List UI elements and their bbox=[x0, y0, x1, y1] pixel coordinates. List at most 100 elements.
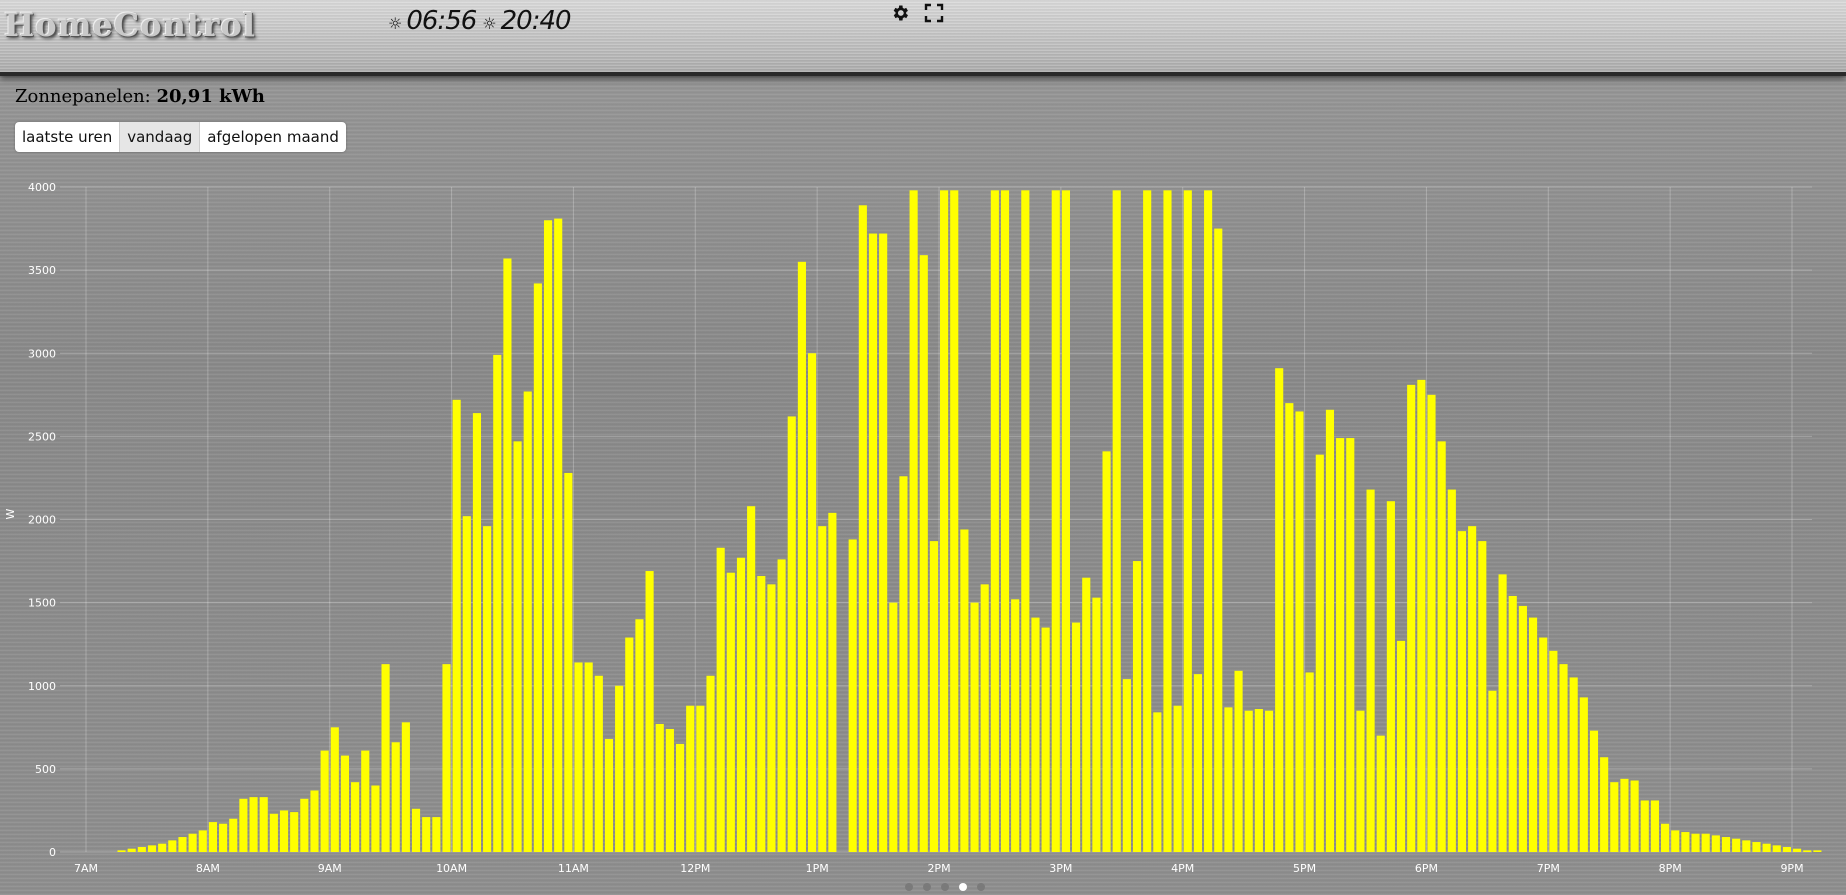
pager-dot[interactable] bbox=[959, 883, 967, 891]
chart-bar bbox=[1366, 489, 1375, 852]
tab-afgelopen-maand[interactable]: afgelopen maand bbox=[200, 122, 346, 152]
chart-bar bbox=[1396, 640, 1406, 852]
chart-bar bbox=[1285, 403, 1294, 852]
chart-bar bbox=[513, 441, 522, 852]
chart-bar bbox=[716, 547, 725, 852]
y-tick-label: 3000 bbox=[28, 347, 56, 360]
chart-bar bbox=[1640, 800, 1649, 852]
chart-bar bbox=[1772, 845, 1781, 852]
chart-bar bbox=[686, 705, 695, 852]
chart-bar bbox=[330, 727, 339, 852]
chart-bar bbox=[1518, 605, 1527, 852]
chart-bar bbox=[950, 190, 959, 852]
chart-bar bbox=[1376, 735, 1385, 852]
chart-bar bbox=[1041, 627, 1050, 852]
chart-bar bbox=[188, 833, 197, 852]
chart-bar bbox=[1143, 190, 1152, 852]
chart-bar bbox=[1782, 847, 1791, 852]
chart-bar bbox=[1224, 707, 1233, 852]
chart-bar bbox=[300, 798, 309, 852]
chart-bar bbox=[1122, 679, 1131, 852]
chart-bar bbox=[483, 526, 492, 852]
solar-power-chart: 0 500 1000 1500 2000 2500 3000 3500 4000 7AM 8AM 9A… bbox=[4, 181, 1822, 875]
chart-bar bbox=[1082, 577, 1091, 852]
chart-bar bbox=[808, 353, 817, 852]
chart-bar bbox=[1610, 782, 1619, 852]
chart-bar bbox=[1336, 438, 1345, 852]
chart-bar bbox=[706, 675, 715, 852]
chart-bar bbox=[1305, 672, 1314, 852]
chart-bar bbox=[1214, 228, 1223, 852]
chart-bar bbox=[1539, 637, 1548, 852]
top-bar: HomeControl ☼ 06:56 ☼ 20:40 bbox=[0, 0, 1846, 76]
chart-bar bbox=[1569, 677, 1578, 852]
chart-bar bbox=[1092, 597, 1101, 852]
chart-bar bbox=[1691, 833, 1700, 852]
chart-bar bbox=[1559, 664, 1568, 852]
chart-bar bbox=[1620, 778, 1629, 852]
chart-bar bbox=[1315, 454, 1324, 852]
chart-bar bbox=[401, 722, 410, 852]
sunset-time: 20:40 bbox=[500, 6, 572, 36]
chart-bar bbox=[615, 685, 624, 852]
x-tick-label: 4PM bbox=[1171, 862, 1194, 875]
chart-bar bbox=[503, 258, 512, 852]
chart-bar bbox=[625, 637, 634, 852]
tab-laatste-uren[interactable]: laatste uren bbox=[15, 122, 121, 152]
chart-bar bbox=[1183, 190, 1192, 852]
chart-bar bbox=[767, 584, 776, 852]
chart-bar bbox=[391, 742, 400, 852]
pager-dot[interactable] bbox=[941, 883, 949, 891]
chart-bar bbox=[269, 813, 278, 852]
chart-bar bbox=[1051, 190, 1060, 852]
pager-dot[interactable] bbox=[905, 883, 913, 891]
chart-bar bbox=[371, 785, 380, 852]
chart-bar bbox=[249, 797, 258, 852]
chart-bar bbox=[757, 576, 766, 852]
chart-bar bbox=[980, 584, 989, 852]
chart-bar bbox=[1671, 830, 1680, 852]
chart-bar bbox=[239, 798, 248, 852]
chart-bar bbox=[889, 602, 898, 852]
chart-bar bbox=[1132, 561, 1142, 852]
chart-bar bbox=[696, 705, 705, 852]
chart-bar bbox=[219, 823, 228, 852]
panel-title-label: Zonnepanelen: bbox=[15, 86, 151, 107]
panel-title: Zonnepanelen: 20,91 kWh bbox=[15, 86, 265, 107]
chart-bar bbox=[747, 506, 756, 852]
tab-vandaag[interactable]: vandaag bbox=[120, 122, 201, 152]
chart-bar bbox=[1407, 384, 1416, 852]
pager-dot[interactable] bbox=[923, 883, 931, 891]
chart-bar bbox=[543, 220, 553, 852]
chart-bar bbox=[1762, 843, 1771, 852]
fullscreen-button[interactable] bbox=[923, 2, 945, 24]
chart-bar bbox=[361, 750, 370, 852]
chart-bar bbox=[1732, 838, 1741, 852]
chart-bar bbox=[1447, 489, 1456, 852]
chart-bar bbox=[198, 830, 207, 852]
chart-bar bbox=[828, 512, 837, 852]
chart-bar bbox=[442, 664, 451, 852]
chart-bar bbox=[726, 572, 735, 852]
chart-bar bbox=[1173, 705, 1182, 852]
pager-dot[interactable] bbox=[977, 883, 985, 891]
chart-bar bbox=[797, 261, 806, 852]
chart-bar bbox=[1681, 832, 1690, 852]
chart-bar bbox=[452, 399, 461, 852]
chart-bar bbox=[909, 190, 918, 852]
chart-bar bbox=[1325, 409, 1335, 852]
chart-bar bbox=[1589, 730, 1599, 852]
chart-bar bbox=[432, 817, 441, 852]
chart-bar bbox=[1661, 823, 1670, 852]
settings-button[interactable] bbox=[889, 2, 911, 24]
chart-bar bbox=[259, 797, 268, 852]
chart-bar bbox=[1488, 690, 1497, 852]
x-tick-label: 2PM bbox=[927, 862, 950, 875]
chart-bar bbox=[523, 391, 532, 852]
x-tick-label: 7AM bbox=[74, 862, 98, 875]
chart-bar bbox=[940, 190, 949, 852]
chart-bar bbox=[1437, 441, 1446, 852]
chart-bar bbox=[1701, 833, 1710, 852]
chart-bar bbox=[604, 738, 614, 852]
chart-bar bbox=[411, 808, 421, 852]
